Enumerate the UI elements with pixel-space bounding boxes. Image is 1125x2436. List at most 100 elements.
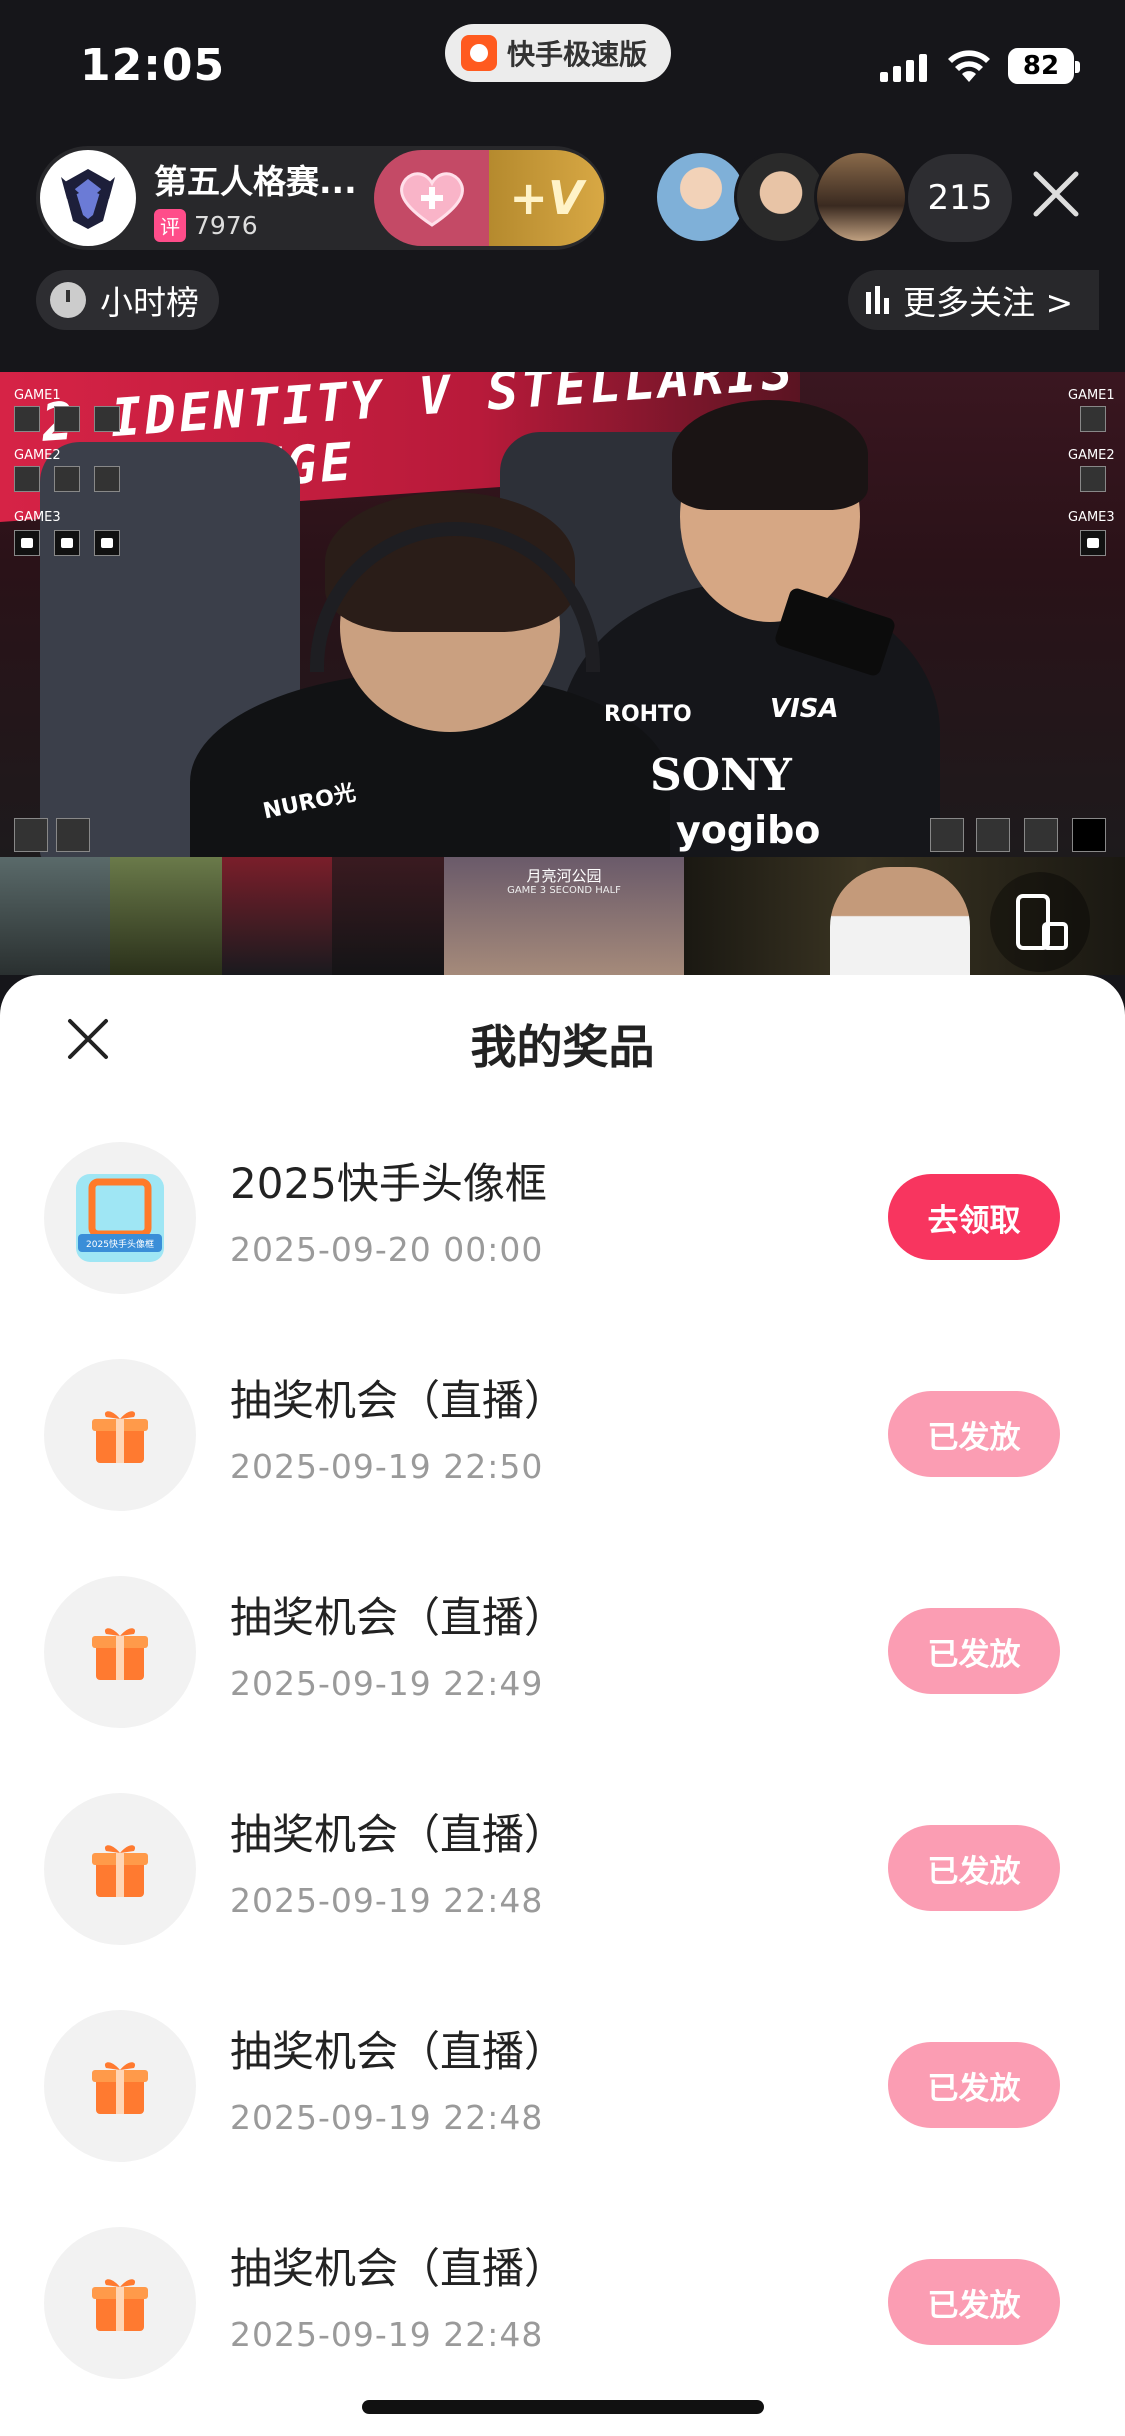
more-follow-button[interactable]: 更多关注 >: [848, 270, 1100, 330]
jersey-sponsor: SONY: [650, 750, 792, 801]
app-name: 快手极速版: [507, 38, 648, 71]
game-label: GAME2: [14, 448, 61, 463]
gift-icon: [92, 1628, 148, 1680]
prize-name: 抽奖机会（直播）: [230, 1376, 567, 1425]
game-label: GAME2: [1068, 448, 1115, 463]
prize-time: 2025-09-20 00:00: [230, 1230, 544, 1269]
rotate-screen-icon: [1016, 894, 1068, 950]
prize-name: 抽奖机会（直播）: [230, 1593, 567, 1642]
hourly-rank-label: 小时榜: [100, 283, 199, 322]
avatar-frame-caption: 2025快手头像框: [86, 1238, 154, 1250]
player-portrait: [222, 857, 332, 975]
hero-slot: [976, 818, 1010, 852]
issued-button[interactable]: 已发放: [888, 1825, 1060, 1911]
character-portrait: [110, 857, 222, 975]
prize-icon-wrap: [44, 1793, 196, 1945]
prize-icon-wrap: [44, 2010, 196, 2162]
prize-name: 2025快手头像框: [230, 1159, 547, 1208]
gift-icon: [92, 2062, 148, 2114]
prize-time: 2025-09-19 22:48: [230, 2098, 544, 2137]
match-phase: GAME 3 SECOND HALF: [507, 885, 621, 896]
prize-name: 抽奖机会（直播）: [230, 1810, 567, 1859]
prize-time: 2025-09-19 22:49: [230, 1664, 544, 1703]
viewer-avatar[interactable]: [814, 150, 908, 244]
hero-slot: [1080, 406, 1106, 432]
player-portrait-figure: [830, 867, 970, 975]
anchor-score: 7976: [194, 210, 258, 240]
prize-icon-wrap: [44, 1359, 196, 1511]
lock-icon: [94, 530, 120, 556]
hero-slot: [54, 466, 80, 492]
game-label: GAME3: [14, 510, 61, 525]
team-logo-icon: [61, 169, 115, 229]
clock-icon: [50, 282, 86, 318]
hero-slot: [94, 406, 120, 432]
back-to-app-pill[interactable]: 快手极速版: [445, 24, 672, 82]
prize-row: 抽奖机会（直播） 2025-09-19 22:48 已发放: [0, 2225, 1125, 2385]
hero-slot: [1072, 818, 1106, 852]
sheet-title: 我的奖品: [470, 1020, 655, 1074]
prize-row: 抽奖机会（直播） 2025-09-19 22:48 已发放: [0, 2008, 1125, 2168]
follow-button[interactable]: +V: [374, 150, 604, 246]
hero-slot: [930, 818, 964, 852]
hero-slot: [14, 818, 48, 852]
battery-icon: 82: [1008, 48, 1080, 84]
prize-icon-wrap: [44, 1576, 196, 1728]
gift-icon: [92, 1411, 148, 1463]
prize-row: 抽奖机会（直播） 2025-09-19 22:50 已发放: [0, 1357, 1125, 1517]
prize-icon-wrap: 2025快手头像框: [44, 1142, 196, 1294]
hero-slot: [14, 406, 40, 432]
vip-plus-icon: +V: [509, 171, 584, 225]
prize-name: 抽奖机会（直播）: [230, 2027, 567, 2076]
cellular-signal-icon: [880, 52, 927, 82]
prize-time: 2025-09-19 22:50: [230, 1447, 544, 1486]
lock-icon: [1080, 530, 1106, 556]
character-portrait: [0, 857, 110, 975]
prize-time: 2025-09-19 22:48: [230, 2315, 544, 2354]
game-label: GAME3: [1068, 510, 1115, 525]
my-prizes-sheet: 我的奖品 2025快手头像框 2025快手头像框 2025-09-20 00:0…: [0, 975, 1125, 2436]
issued-button[interactable]: 已发放: [888, 1391, 1060, 1477]
prize-time: 2025-09-19 22:48: [230, 1881, 544, 1920]
prize-row: 抽奖机会（直播） 2025-09-19 22:48 已发放: [0, 1791, 1125, 1951]
anchor-card[interactable]: 第五人格赛... 评 7976 +V: [36, 146, 606, 250]
issued-button[interactable]: 已发放: [888, 1608, 1060, 1694]
hourly-rank-button[interactable]: 小时榜: [36, 270, 219, 330]
viewer-count[interactable]: 215: [908, 154, 1012, 242]
lock-icon: [54, 530, 80, 556]
gift-icon: [92, 1845, 148, 1897]
wifi-icon: [948, 50, 990, 82]
status-time: 12:05: [80, 40, 226, 91]
match-score-card: 月亮河公园 GAME 3 SECOND HALF: [444, 857, 684, 975]
chart-bars-icon: [866, 286, 889, 314]
match-map-name: 月亮河公园: [526, 867, 602, 885]
issued-button[interactable]: 已发放: [888, 2259, 1060, 2345]
hero-slot: [54, 406, 80, 432]
battery-level: 82: [1022, 51, 1060, 81]
avatar-frame-icon: 2025快手头像框: [76, 1174, 164, 1262]
game-label: GAME1: [1068, 388, 1115, 403]
hero-slot: [94, 466, 120, 492]
player-portrait: [332, 857, 444, 975]
prize-row: 抽奖机会（直播） 2025-09-19 22:49 已发放: [0, 1574, 1125, 1734]
prize-name: 抽奖机会（直播）: [230, 2244, 567, 2293]
jersey-sponsor: yogibo: [676, 808, 821, 852]
claim-button[interactable]: 去领取: [888, 1174, 1060, 1260]
player-right-hair: [672, 400, 868, 510]
rotate-screen-button[interactable]: [990, 872, 1090, 972]
hero-slot: [14, 466, 40, 492]
jersey-sponsor: VISA: [770, 694, 839, 724]
hero-slot: [1024, 818, 1058, 852]
gift-icon: [92, 2279, 148, 2331]
close-live-icon[interactable]: [1030, 168, 1082, 220]
prize-icon-wrap: [44, 2227, 196, 2379]
rating-badge: 评: [154, 208, 186, 242]
jersey-sponsor: ROHTO: [604, 702, 692, 727]
top-viewers[interactable]: [654, 150, 908, 244]
live-video[interactable]: 2 IDENTITY V STELLARIS CHALLENGE ROHTO V…: [0, 372, 1125, 857]
anchor-avatar[interactable]: [40, 150, 136, 246]
anchor-name: 第五人格赛...: [154, 161, 357, 201]
home-indicator[interactable]: [362, 2400, 764, 2414]
prize-row: 2025快手头像框 2025快手头像框 2025-09-20 00:00 去领取: [0, 1140, 1125, 1300]
issued-button[interactable]: 已发放: [888, 2042, 1060, 2128]
